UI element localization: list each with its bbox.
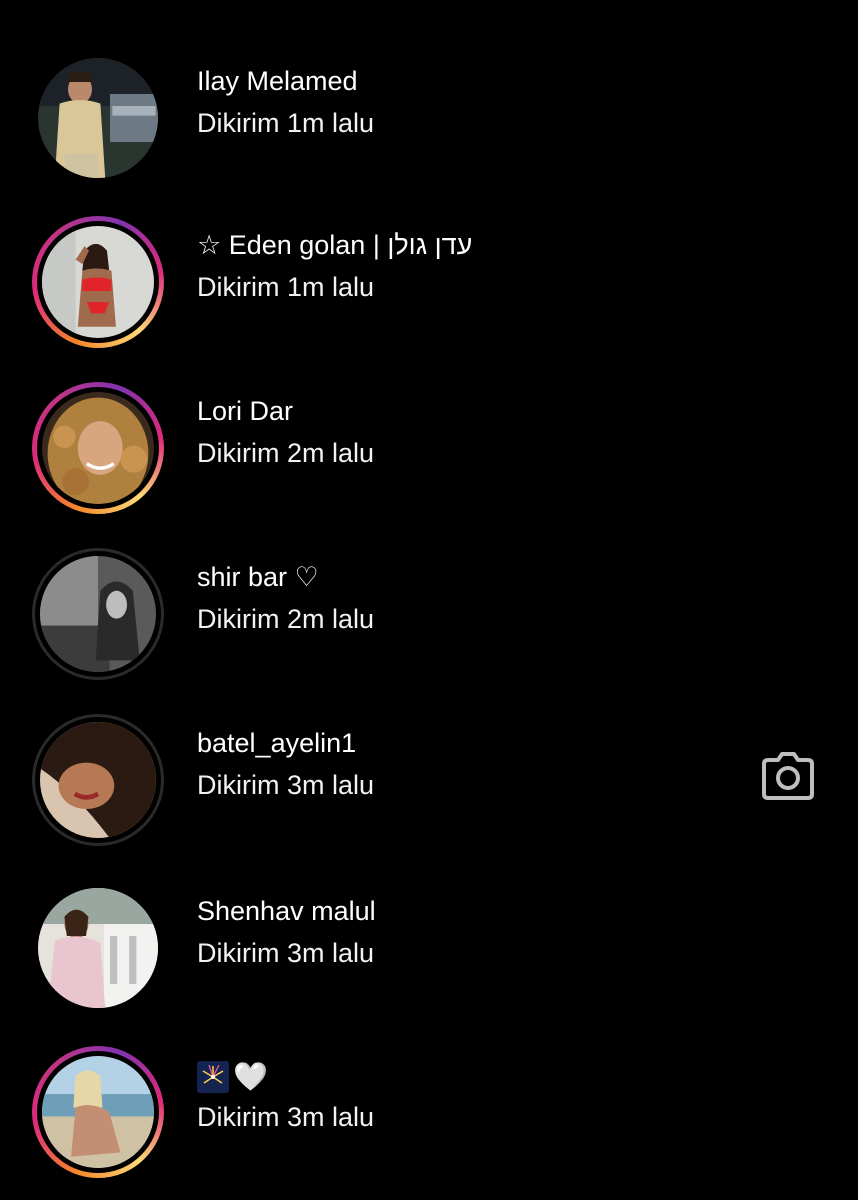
message-status: Dikirim 2m lalu <box>197 438 375 468</box>
message-row[interactable]: 🤍 Dikirim 3m lalu <box>0 1040 858 1190</box>
camera-button[interactable] <box>760 750 816 804</box>
contact-name: 🤍 <box>197 1058 268 1093</box>
message-row[interactable]: shir bar ♡ Dikirim 2m lalu <box>0 542 858 692</box>
fireworks-emoji-icon <box>197 1060 229 1093</box>
avatar[interactable] <box>42 226 154 338</box>
avatar[interactable] <box>40 556 156 672</box>
message-status: Dikirim 3m lalu <box>197 1102 375 1132</box>
story-ring[interactable] <box>32 216 164 348</box>
direct-message-list: Ilay Melamed Dikirim 1m lalu ☆ Eden gola… <box>0 0 858 1200</box>
message-row[interactable]: Lori Dar Dikirim 2m lalu <box>0 376 858 526</box>
message-status: Dikirim 3m lalu <box>197 938 375 968</box>
message-row[interactable]: ☆ Eden golan | עדן גולן Dikirim 1m lalu <box>0 210 858 360</box>
story-ring-seen[interactable] <box>32 548 164 680</box>
avatar[interactable] <box>38 888 158 1008</box>
story-ring[interactable] <box>32 1046 164 1178</box>
message-status: Dikirim 1m lalu <box>197 272 375 302</box>
avatar-ring <box>32 882 164 1014</box>
avatar[interactable] <box>42 392 154 504</box>
avatar-ring <box>32 52 164 184</box>
contact-name: Ilay Melamed <box>197 66 358 96</box>
contact-name: batel_ayelin1 <box>197 728 357 758</box>
story-ring[interactable] <box>32 382 164 514</box>
message-row[interactable]: batel_ayelin1 Dikirim 3m lalu <box>0 708 858 858</box>
contact-name: ☆ Eden golan | עדן גולן <box>197 230 473 260</box>
message-row[interactable]: Ilay Melamed Dikirim 1m lalu <box>0 46 858 196</box>
message-status: Dikirim 2m lalu <box>197 604 375 634</box>
contact-name: Lori Dar <box>197 396 294 426</box>
message-status: Dikirim 1m lalu <box>197 108 375 138</box>
camera-icon <box>762 752 814 800</box>
white-heart-emoji: 🤍 <box>233 1060 268 1092</box>
message-status: Dikirim 3m lalu <box>197 770 375 800</box>
contact-name: Shenhav malul <box>197 896 376 926</box>
avatar[interactable] <box>40 722 156 838</box>
contact-name: shir bar ♡ <box>197 562 319 592</box>
avatar[interactable] <box>38 58 158 178</box>
story-ring-seen[interactable] <box>32 714 164 846</box>
message-row[interactable]: Shenhav malul Dikirim 3m lalu <box>0 876 858 1026</box>
avatar[interactable] <box>42 1056 154 1168</box>
